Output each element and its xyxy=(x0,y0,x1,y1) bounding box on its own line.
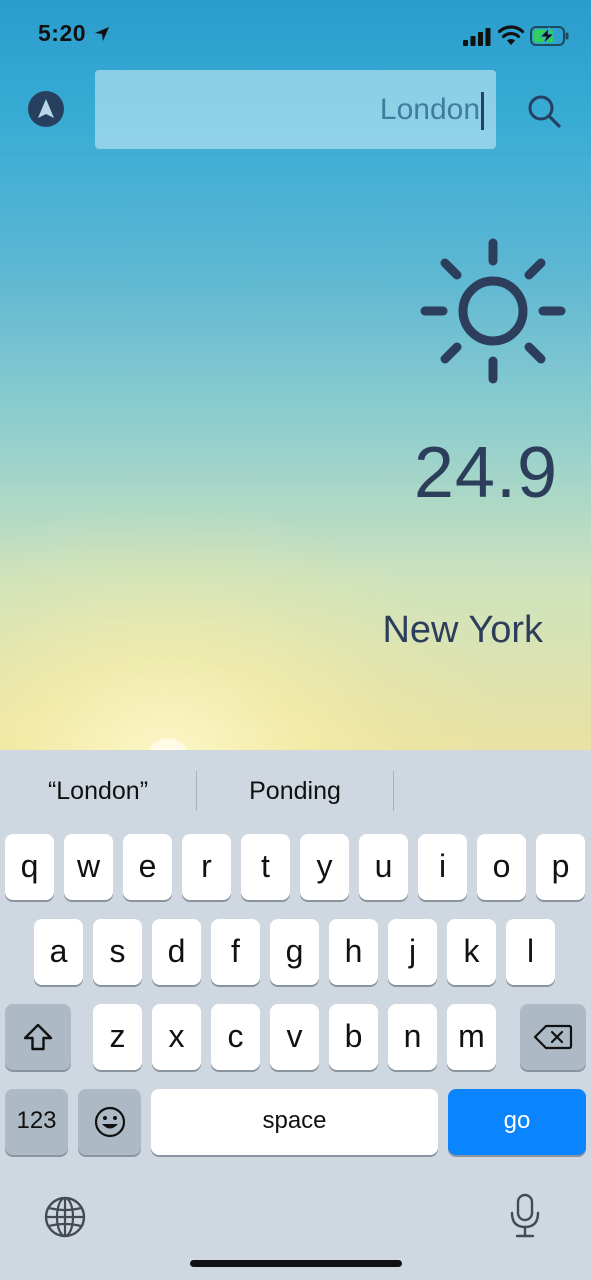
suggestion-2[interactable]: Ponding xyxy=(197,750,393,832)
search-value: London xyxy=(379,93,480,126)
key-d[interactable]: d xyxy=(152,919,201,985)
emoji-icon xyxy=(94,1106,125,1138)
home-indicator[interactable] xyxy=(190,1260,402,1267)
location-arrow-icon xyxy=(95,27,109,41)
key-l[interactable]: l xyxy=(506,919,555,985)
shift-icon xyxy=(23,1023,53,1051)
sun-icon xyxy=(420,238,566,384)
key-s[interactable]: s xyxy=(93,919,142,985)
key-q[interactable]: q xyxy=(5,834,54,900)
predictive-bar: “London” Ponding xyxy=(0,750,591,832)
numbers-key[interactable]: 123 xyxy=(5,1089,68,1155)
suggestion-3[interactable] xyxy=(394,750,591,832)
key-n[interactable]: n xyxy=(388,1004,437,1070)
key-v[interactable]: v xyxy=(270,1004,319,1070)
microphone-icon[interactable] xyxy=(508,1193,542,1239)
wifi-icon xyxy=(498,25,524,45)
key-h[interactable]: h xyxy=(329,919,378,985)
key-z[interactable]: z xyxy=(93,1004,142,1070)
cellular-signal-icon xyxy=(463,28,491,46)
weather-view: 5:20 London 24.9 New York xyxy=(0,0,591,750)
text-cursor xyxy=(481,92,484,131)
weather-app-screen: 5:20 London 24.9 New York “London” Pondi… xyxy=(0,0,591,1280)
search-icon xyxy=(528,95,561,128)
space-key[interactable]: space xyxy=(151,1089,438,1155)
key-t[interactable]: t xyxy=(241,834,290,900)
go-key[interactable]: go xyxy=(448,1089,586,1155)
emoji-key[interactable] xyxy=(78,1089,141,1155)
key-p[interactable]: p xyxy=(536,834,585,900)
key-u[interactable]: u xyxy=(359,834,408,900)
key-g[interactable]: g xyxy=(270,919,319,985)
key-x[interactable]: x xyxy=(152,1004,201,1070)
current-location-button[interactable] xyxy=(28,91,64,127)
globe-icon[interactable] xyxy=(44,1196,86,1238)
key-e[interactable]: e xyxy=(123,834,172,900)
key-j[interactable]: j xyxy=(388,919,437,985)
key-b[interactable]: b xyxy=(329,1004,378,1070)
battery-charging-icon xyxy=(530,26,569,46)
key-c[interactable]: c xyxy=(211,1004,260,1070)
city-name: New York xyxy=(382,609,543,651)
key-k[interactable]: k xyxy=(447,919,496,985)
shift-key[interactable] xyxy=(5,1004,71,1070)
key-f[interactable]: f xyxy=(211,919,260,985)
key-r[interactable]: r xyxy=(182,834,231,900)
key-o[interactable]: o xyxy=(477,834,526,900)
temperature-value: 24.9 xyxy=(413,433,558,513)
key-w[interactable]: w xyxy=(64,834,113,900)
status-bar: 5:20 xyxy=(0,0,591,70)
status-time: 5:20 xyxy=(38,20,87,46)
suggestion-1[interactable]: “London” xyxy=(0,750,196,832)
keyboard: “London” Ponding q w e r t y u i o p a s… xyxy=(0,750,591,1280)
city-search-input[interactable]: London xyxy=(95,70,496,149)
navigation-arrow-icon xyxy=(38,99,54,118)
key-i[interactable]: i xyxy=(418,834,467,900)
delete-key[interactable] xyxy=(520,1004,586,1070)
search-input-text: London xyxy=(380,70,484,149)
key-y[interactable]: y xyxy=(300,834,349,900)
key-a[interactable]: a xyxy=(34,919,83,985)
key-m[interactable]: m xyxy=(447,1004,496,1070)
delete-icon xyxy=(533,1024,573,1050)
search-button[interactable] xyxy=(524,91,564,131)
